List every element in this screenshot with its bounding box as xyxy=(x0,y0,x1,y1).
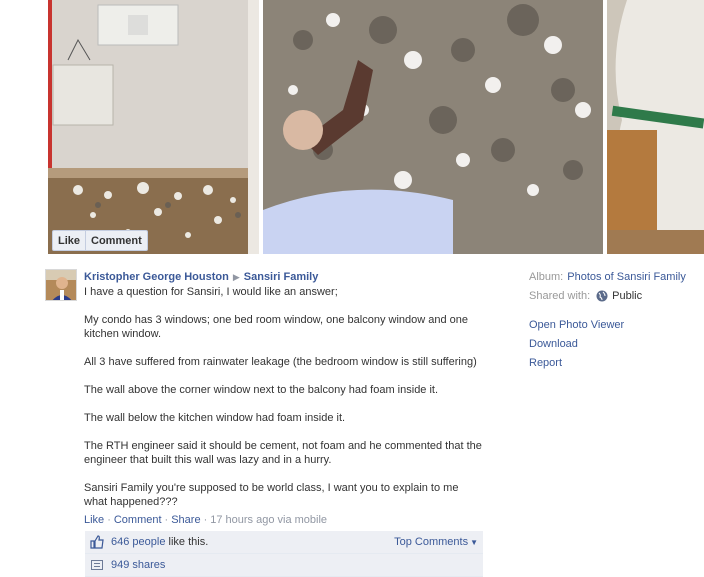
open-photo-viewer-link[interactable]: Open Photo Viewer xyxy=(529,318,704,332)
photo-wall-opening[interactable] xyxy=(607,0,704,254)
separator-dot: · xyxy=(203,514,208,526)
shares-row: 949 shares xyxy=(85,554,483,577)
shared-label: Shared with: xyxy=(529,290,591,302)
triangle-right-icon: ▶ xyxy=(232,272,240,282)
photo-comment-button[interactable]: Comment xyxy=(86,231,147,250)
post-paragraph: The wall above the corner window next to… xyxy=(84,384,439,396)
share-link[interactable]: Share xyxy=(171,514,200,526)
share-icon xyxy=(90,558,104,572)
photo-options: Open Photo Viewer Download Report xyxy=(529,318,704,370)
audience-value[interactable]: Public xyxy=(608,289,642,303)
post: Kristopher George Houston ▶ Sansiri Family… xyxy=(84,270,484,527)
post-paragraph: The wall below the kitchen window had fo… xyxy=(84,412,346,424)
top-comments-label: Top Comments xyxy=(394,536,469,548)
comment-link[interactable]: Comment xyxy=(114,514,162,526)
photo-strip[interactable] xyxy=(48,0,704,254)
post-paragraph: The RTH engineer said it should be cemen… xyxy=(84,440,482,466)
feedback-box: 646 people like this. Top Comments ▼ 949 … xyxy=(85,531,483,577)
thumbs-up-icon xyxy=(90,535,104,549)
photo-hammer-debris[interactable] xyxy=(263,0,603,254)
album-link[interactable]: Photos of Sansiri Family xyxy=(563,270,686,284)
likes-count-link[interactable]: 646 people xyxy=(111,536,165,548)
caret-down-icon: ▼ xyxy=(470,538,478,547)
author-link[interactable]: Kristopher George Houston xyxy=(84,271,229,283)
target-page-link[interactable]: Sansiri Family xyxy=(244,271,319,283)
download-link[interactable]: Download xyxy=(529,337,704,351)
post-paragraph: My condo has 3 windows; one bed room win… xyxy=(84,314,469,340)
post-actions: Like · Comment · Share · 17 hours ago via mobi… xyxy=(84,513,484,527)
timestamp[interactable]: 17 hours ago via mobile xyxy=(210,514,327,526)
like-link[interactable]: Like xyxy=(84,514,104,526)
shares-count-link[interactable]: 949 shares xyxy=(111,559,165,571)
shared-row: Shared with: Public xyxy=(529,289,704,303)
post-paragraph: I have a question for Sansiri, I would l… xyxy=(84,286,338,298)
photo-like-button[interactable]: Like xyxy=(53,231,85,250)
globe-icon xyxy=(596,290,608,302)
post-message: I have a question for Sansiri, I would l… xyxy=(84,285,484,509)
photo-action-bar: Like Comment xyxy=(52,230,148,251)
separator-dot: · xyxy=(164,514,169,526)
post-header: Kristopher George Houston ▶ Sansiri Family xyxy=(84,270,484,284)
album-row: Album: Photos of Sansiri Family xyxy=(529,270,704,284)
likes-row: 646 people like this. Top Comments ▼ xyxy=(85,531,483,554)
avatar[interactable] xyxy=(45,269,77,301)
likes-suffix: like this. xyxy=(165,536,209,548)
report-link[interactable]: Report xyxy=(529,356,704,370)
photo-wall-outlet[interactable] xyxy=(48,0,259,254)
photo-sidebar: Album: Photos of Sansiri Family Shared wi… xyxy=(529,270,704,375)
post-paragraph: Sansiri Family you're supposed to be wor… xyxy=(84,482,459,508)
album-label: Album: xyxy=(529,271,564,283)
separator-dot: · xyxy=(107,514,111,526)
post-paragraph: All 3 have suffered from rainwater leaka… xyxy=(84,356,477,368)
top-comments-dropdown[interactable]: Top Comments ▼ xyxy=(394,536,478,548)
